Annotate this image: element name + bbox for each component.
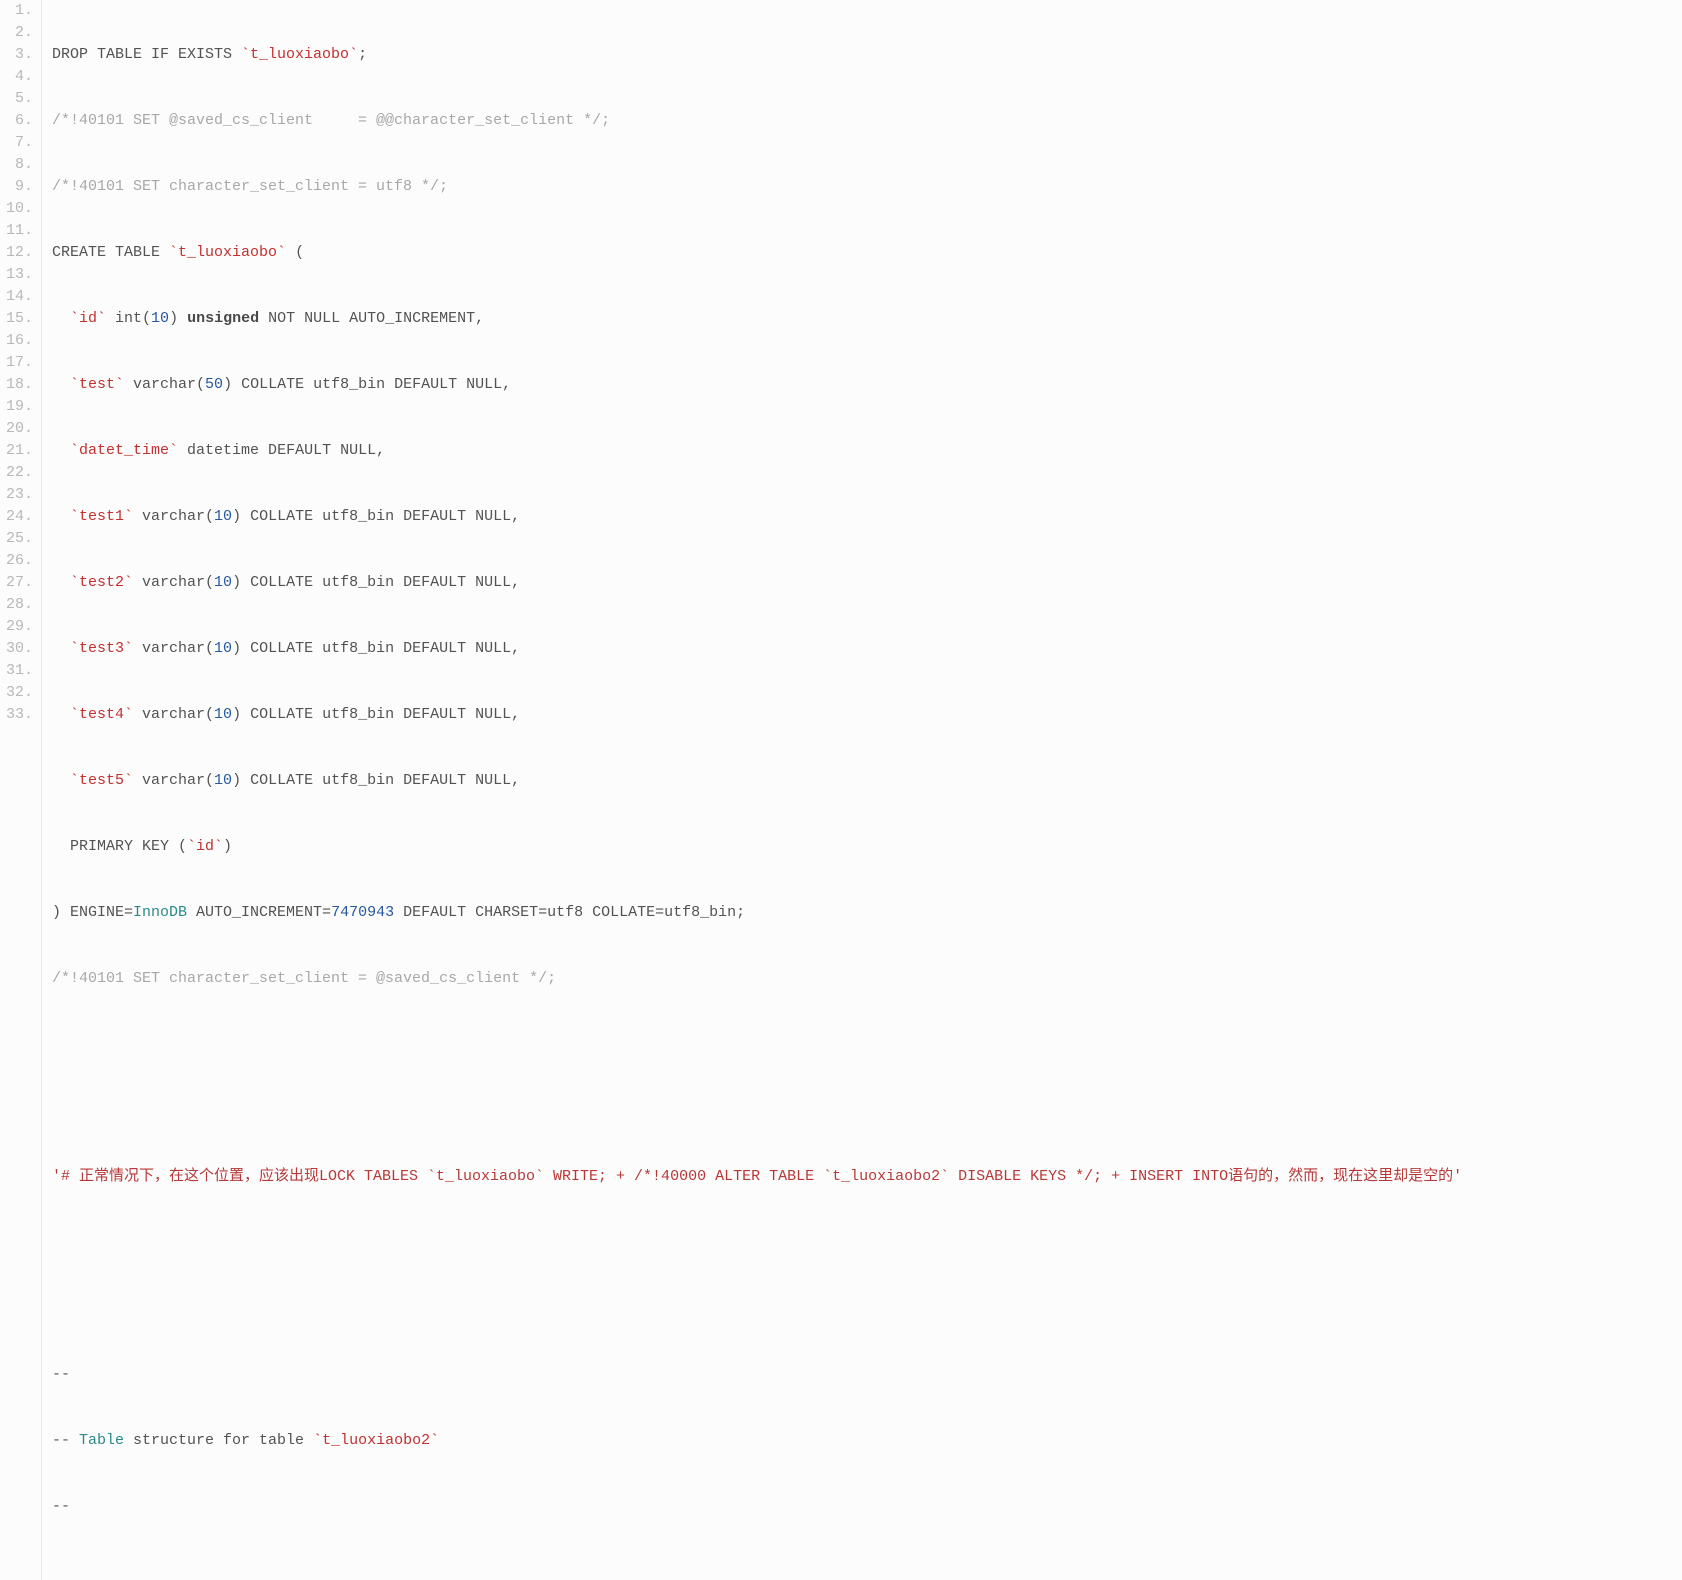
line-number: 31. bbox=[0, 660, 33, 682]
line-number: 32. bbox=[0, 682, 33, 704]
code-line: `test1` varchar(10) COLLATE utf8_bin DEF… bbox=[52, 506, 1682, 528]
code-line: -- bbox=[52, 1364, 1682, 1386]
line-number: 30. bbox=[0, 638, 33, 660]
code-line: DROP TABLE IF EXISTS `t_luoxiaobo`; bbox=[52, 44, 1682, 66]
line-number: 25. bbox=[0, 528, 33, 550]
code-line: `test2` varchar(10) COLLATE utf8_bin DEF… bbox=[52, 572, 1682, 594]
code-line: `test4` varchar(10) COLLATE utf8_bin DEF… bbox=[52, 704, 1682, 726]
line-number: 7. bbox=[0, 132, 33, 154]
line-number: 10. bbox=[0, 198, 33, 220]
code-line: PRIMARY KEY (`id`) bbox=[52, 836, 1682, 858]
line-number: 24. bbox=[0, 506, 33, 528]
line-number: 5. bbox=[0, 88, 33, 110]
line-number: 21. bbox=[0, 440, 33, 462]
line-number: 17. bbox=[0, 352, 33, 374]
line-number: 9. bbox=[0, 176, 33, 198]
line-number: 12. bbox=[0, 242, 33, 264]
line-number: 23. bbox=[0, 484, 33, 506]
code-line: `test5` varchar(10) COLLATE utf8_bin DEF… bbox=[52, 770, 1682, 792]
code-line bbox=[52, 1232, 1682, 1254]
line-number: 15. bbox=[0, 308, 33, 330]
line-number: 4. bbox=[0, 66, 33, 88]
code-line: /*!40101 SET character_set_client = @sav… bbox=[52, 968, 1682, 990]
code-content[interactable]: DROP TABLE IF EXISTS `t_luoxiaobo`; /*!4… bbox=[42, 0, 1682, 1580]
code-line: -- Table structure for table `t_luoxiaob… bbox=[52, 1430, 1682, 1452]
line-number: 33. bbox=[0, 704, 33, 726]
line-number: 14. bbox=[0, 286, 33, 308]
code-line: /*!40101 SET character_set_client = utf8… bbox=[52, 176, 1682, 198]
line-number: 19. bbox=[0, 396, 33, 418]
code-line: CREATE TABLE `t_luoxiaobo` ( bbox=[52, 242, 1682, 264]
line-number: 29. bbox=[0, 616, 33, 638]
line-number: 27. bbox=[0, 572, 33, 594]
code-block: 1. 2. 3. 4. 5. 6. 7. 8. 9. 10. 11. 12. 1… bbox=[0, 0, 1682, 1580]
line-number: 8. bbox=[0, 154, 33, 176]
line-number: 26. bbox=[0, 550, 33, 572]
code-line bbox=[52, 1034, 1682, 1056]
code-line: -- bbox=[52, 1496, 1682, 1518]
line-number: 11. bbox=[0, 220, 33, 242]
line-number-gutter: 1. 2. 3. 4. 5. 6. 7. 8. 9. 10. 11. 12. 1… bbox=[0, 0, 42, 1580]
code-line: '# 正常情况下，在这个位置，应该出现LOCK TABLES `t_luoxia… bbox=[52, 1166, 1682, 1188]
line-number: 28. bbox=[0, 594, 33, 616]
line-number: 3. bbox=[0, 44, 33, 66]
code-line: `datet_time` datetime DEFAULT NULL, bbox=[52, 440, 1682, 462]
line-number: 16. bbox=[0, 330, 33, 352]
code-line bbox=[52, 1100, 1682, 1122]
line-number: 18. bbox=[0, 374, 33, 396]
line-number: 1. bbox=[0, 0, 33, 22]
line-number: 22. bbox=[0, 462, 33, 484]
code-line: `test` varchar(50) COLLATE utf8_bin DEFA… bbox=[52, 374, 1682, 396]
code-line bbox=[52, 1298, 1682, 1320]
line-number: 20. bbox=[0, 418, 33, 440]
code-line: `id` int(10) unsigned NOT NULL AUTO_INCR… bbox=[52, 308, 1682, 330]
line-number: 6. bbox=[0, 110, 33, 132]
code-line: /*!40101 SET @saved_cs_client = @@charac… bbox=[52, 110, 1682, 132]
code-line bbox=[52, 1562, 1682, 1580]
code-line: ) ENGINE=InnoDB AUTO_INCREMENT=7470943 D… bbox=[52, 902, 1682, 924]
code-line: `test3` varchar(10) COLLATE utf8_bin DEF… bbox=[52, 638, 1682, 660]
line-number: 2. bbox=[0, 22, 33, 44]
line-number: 13. bbox=[0, 264, 33, 286]
